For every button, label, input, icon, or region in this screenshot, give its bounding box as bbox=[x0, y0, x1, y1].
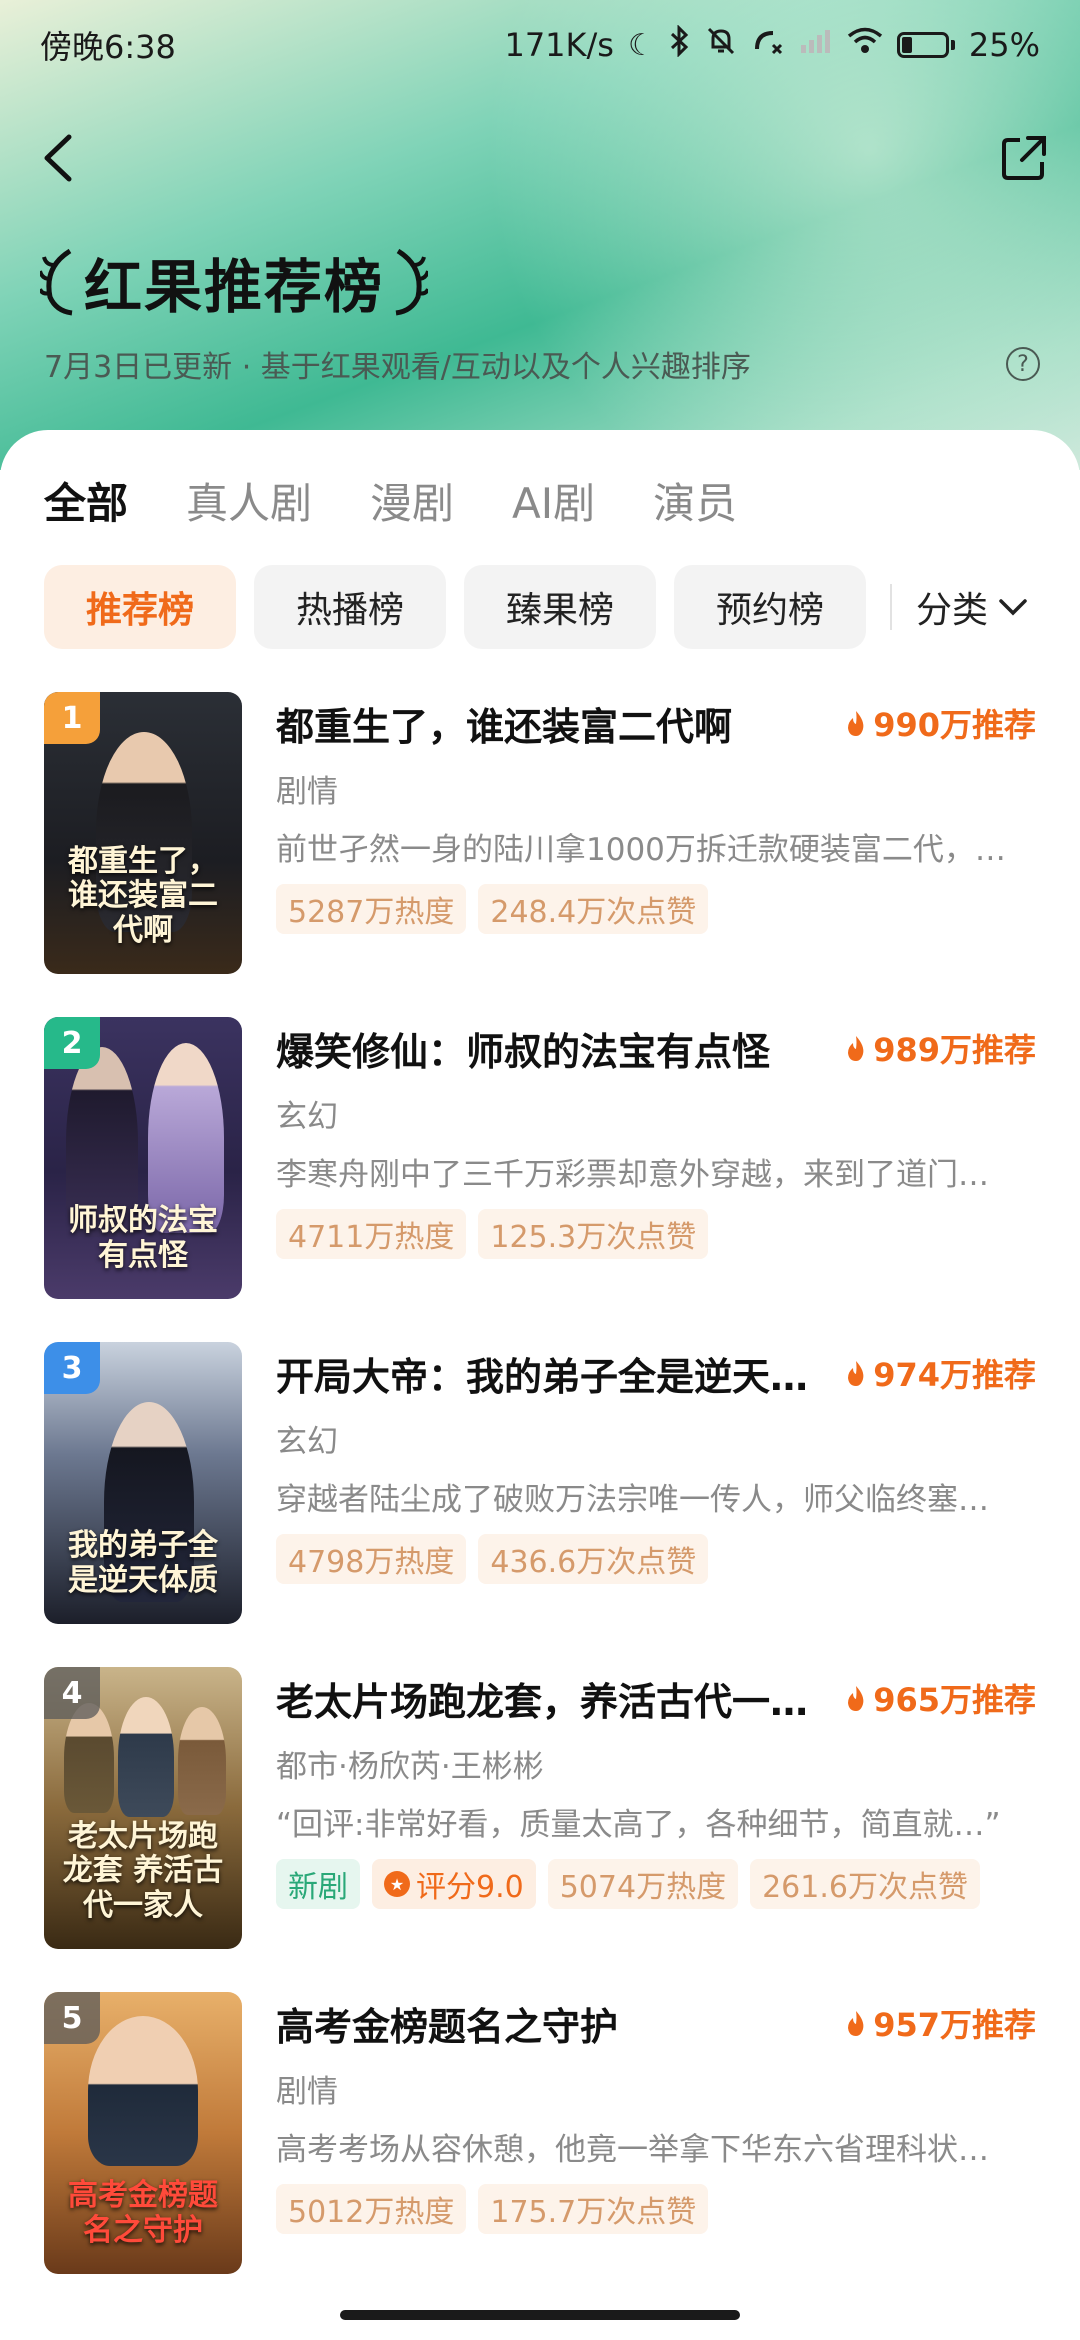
heat-tag: 5012万热度 bbox=[276, 2184, 467, 2234]
poster-image: 都重生了，谁还装富二代啊 1 bbox=[44, 692, 242, 974]
likes-tag: 175.7万次点赞 bbox=[478, 2184, 709, 2234]
ranking-sheet: 全部 真人剧 漫剧 AI剧 演员 推荐榜 热播榜 臻果榜 预约榜 分类 都重生了… bbox=[0, 430, 1080, 2340]
likes-tag: 248.4万次点赞 bbox=[478, 884, 709, 934]
new-drama-tag: 新剧 bbox=[276, 1859, 360, 1909]
tab-comic[interactable]: 漫剧 bbox=[370, 470, 454, 531]
item-review: “回评:非常好看，质量太高了，各种细节，简直就…” bbox=[276, 1807, 1001, 1843]
rank-badge: 1 bbox=[44, 692, 100, 744]
page-title-row: 红果推荐榜 bbox=[40, 240, 429, 324]
list-item[interactable]: 我的弟子全是逆天体质 3 开局大帝：我的弟子全是逆天… 974万推荐 玄幻 穿越… bbox=[44, 1342, 1036, 1667]
moon-icon: ☾ bbox=[627, 27, 655, 63]
poster-title: 老太片场跑龙套 养活古代一家人 bbox=[62, 1818, 224, 1923]
heat-tag: 4711万热度 bbox=[276, 1209, 467, 1259]
mute-bell-icon bbox=[705, 25, 737, 65]
tab-actors[interactable]: 演员 bbox=[653, 470, 737, 531]
item-title: 老太片场跑龙套，养活古代一… bbox=[276, 1679, 809, 1724]
item-description: 李寒舟刚中了三千万彩票却意外穿越，来到了道门… bbox=[276, 1157, 989, 1193]
back-button[interactable] bbox=[28, 128, 88, 188]
category-filter-label: 分类 bbox=[916, 590, 989, 631]
net-speed: 171K/s bbox=[504, 26, 614, 64]
chevron-left-icon bbox=[44, 134, 72, 182]
item-description: 前世孑然一身的陆川拿1000万拆迁款硬装富二代，… bbox=[276, 832, 1006, 868]
list-item[interactable]: 都重生了，谁还装富二代啊 1 都重生了，谁还装富二代啊 990万推荐 剧情 前世… bbox=[44, 692, 1036, 1017]
poster-title: 师叔的法宝有点怪 bbox=[68, 1203, 218, 1273]
poster-image: 高考金榜题名之守护 5 bbox=[44, 1992, 242, 2274]
recommend-count: 965万推荐 bbox=[845, 1675, 1036, 1721]
recommend-count: 974万推荐 bbox=[845, 1350, 1036, 1396]
share-icon bbox=[1002, 136, 1046, 180]
bluetooth-icon bbox=[669, 24, 691, 65]
item-title: 开局大帝：我的弟子全是逆天… bbox=[276, 1354, 809, 1399]
ranking-chips: 推荐榜 热播榜 臻果榜 预约榜 分类 bbox=[44, 565, 1044, 649]
flame-icon bbox=[848, 711, 864, 736]
flame-icon bbox=[848, 1036, 864, 1061]
heat-tag: 5074万热度 bbox=[547, 1859, 739, 1909]
list-item[interactable]: 老太片场跑龙套 养活古代一家人 4 老太片场跑龙套，养活古代一… 965万推荐 … bbox=[44, 1667, 1036, 1992]
heat-tag: 5287万热度 bbox=[276, 884, 467, 934]
update-subtitle: 7月3日已更新 · 基于红果观看/互动以及个人兴趣排序 bbox=[44, 350, 751, 385]
item-genre: 都市·杨欣芮·王彬彬 bbox=[276, 1749, 544, 1785]
list-item[interactable]: 高考金榜题名之守护 5 高考金榜题名之守护 957万推荐 剧情 高考考场从容休憩… bbox=[44, 1992, 1036, 2317]
rank-badge: 4 bbox=[44, 1667, 100, 1719]
item-genre: 玄幻 bbox=[276, 1099, 338, 1135]
tab-all[interactable]: 全部 bbox=[44, 470, 128, 531]
chip-reserve[interactable]: 预约榜 bbox=[674, 565, 866, 649]
likes-tag: 261.6万次点赞 bbox=[750, 1859, 980, 1909]
chip-premium[interactable]: 臻果榜 bbox=[464, 565, 656, 649]
battery-icon bbox=[896, 32, 955, 58]
item-title: 高考金榜题名之守护 bbox=[276, 2004, 619, 2049]
poster-image: 老太片场跑龙套 养活古代一家人 4 bbox=[44, 1667, 242, 1949]
tab-ai[interactable]: AI剧 bbox=[512, 470, 595, 531]
chevron-down-icon bbox=[999, 599, 1027, 616]
share-button[interactable] bbox=[994, 128, 1054, 188]
recommend-count: 990万推荐 bbox=[845, 700, 1036, 746]
flame-icon bbox=[848, 1686, 864, 1711]
battery-percent: 25% bbox=[968, 26, 1040, 64]
item-genre: 剧情 bbox=[276, 2074, 338, 2110]
laurel-right-icon bbox=[395, 248, 429, 316]
tab-live-action[interactable]: 真人剧 bbox=[186, 470, 312, 531]
item-title: 都重生了，谁还装富二代啊 bbox=[276, 704, 733, 749]
poster-image: 我的弟子全是逆天体质 3 bbox=[44, 1342, 242, 1624]
rank-badge: 5 bbox=[44, 1992, 100, 2044]
category-tabs: 全部 真人剧 漫剧 AI剧 演员 bbox=[44, 470, 737, 531]
item-description: 穿越者陆尘成了破败万法宗唯一传人，师父临终塞… bbox=[276, 1482, 989, 1518]
page-title: 红果推荐榜 bbox=[84, 253, 385, 321]
recommend-count: 989万推荐 bbox=[845, 1025, 1036, 1071]
heat-tag: 4798万热度 bbox=[276, 1534, 467, 1584]
flame-icon bbox=[848, 2011, 864, 2036]
status-time: 傍晚6:38 bbox=[40, 28, 176, 66]
likes-tag: 125.3万次点赞 bbox=[478, 1209, 709, 1259]
poster-title: 都重生了，谁还装富二代啊 bbox=[68, 843, 218, 948]
flame-icon bbox=[848, 1361, 864, 1386]
help-icon[interactable]: ? bbox=[1006, 347, 1040, 381]
chip-recommend[interactable]: 推荐榜 bbox=[44, 565, 236, 649]
likes-tag: 436.6万次点赞 bbox=[478, 1534, 709, 1584]
star-badge-icon: ★ bbox=[384, 1871, 410, 1897]
list-item[interactable]: 师叔的法宝有点怪 2 爆笑修仙：师叔的法宝有点怪 989万推荐 玄幻 李寒舟刚中… bbox=[44, 1017, 1036, 1342]
category-filter-button[interactable]: 分类 bbox=[916, 581, 1028, 633]
score-tag: ★ 评分9.0 bbox=[372, 1859, 536, 1909]
poster-image: 师叔的法宝有点怪 2 bbox=[44, 1017, 242, 1299]
call-off-icon bbox=[751, 25, 785, 65]
chip-divider bbox=[890, 584, 892, 630]
item-genre: 剧情 bbox=[276, 774, 338, 810]
laurel-left-icon bbox=[40, 248, 73, 316]
chip-hot[interactable]: 热播榜 bbox=[254, 565, 446, 649]
rank-badge: 3 bbox=[44, 1342, 100, 1394]
item-description: 高考考场从容休憩，他竟一举拿下华东六省理科状… bbox=[276, 2132, 989, 2168]
status-bar: 傍晚6:38 171K/s ☾ 25% bbox=[0, 0, 1080, 90]
recommend-count: 957万推荐 bbox=[845, 2000, 1036, 2046]
signal-icon bbox=[799, 27, 833, 63]
poster-title: 高考金榜题名之守护 bbox=[68, 2178, 218, 2248]
rank-badge: 2 bbox=[44, 1017, 100, 1069]
item-title: 爆笑修仙：师叔的法宝有点怪 bbox=[276, 1029, 771, 1074]
home-indicator[interactable] bbox=[340, 2310, 740, 2320]
poster-title: 我的弟子全是逆天体质 bbox=[68, 1528, 218, 1598]
ranking-list: 都重生了，谁还装富二代啊 1 都重生了，谁还装富二代啊 990万推荐 剧情 前世… bbox=[44, 692, 1036, 2317]
wifi-icon bbox=[847, 27, 883, 63]
item-genre: 玄幻 bbox=[276, 1424, 338, 1460]
